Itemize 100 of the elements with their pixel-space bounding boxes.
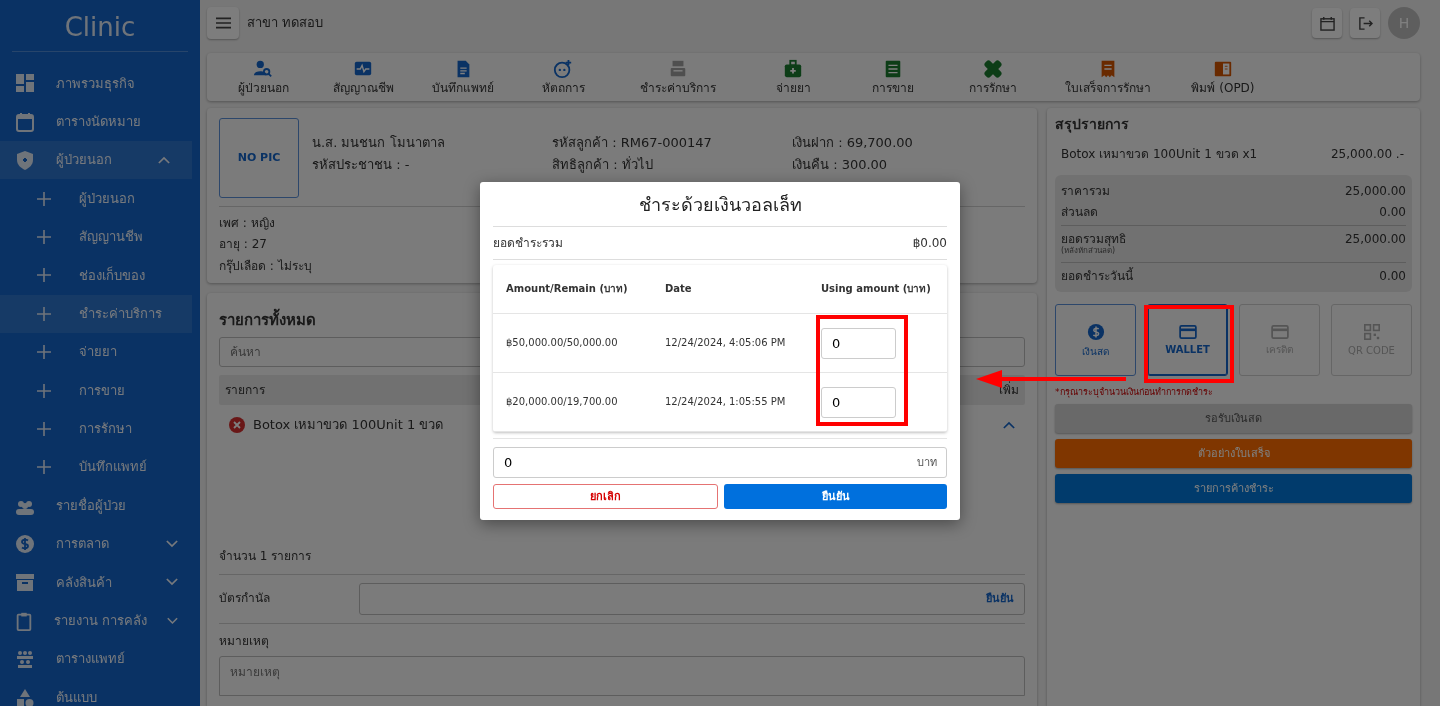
total-label: ยอดรวมสุทธิ (หลังหักส่วนลด): [1061, 231, 1126, 256]
plus-icon: [37, 229, 51, 244]
table-cell: ฿20,000.00/19,700.00: [493, 373, 652, 432]
patient-detail: กรุ๊ปเลือด : ไม่ระบุ: [219, 258, 312, 274]
card-icon: [1270, 324, 1289, 339]
sidebar-item[interactable]: คลังสินค้า: [0, 563, 200, 602]
sidebar-item[interactable]: รายงาน การคลัง: [0, 601, 200, 641]
toolbar-button[interactable]: การรักษา: [943, 53, 1043, 101]
section-title: สรุปรายการ: [1055, 116, 1130, 133]
sidebar-subitem[interactable]: การรักษา: [0, 409, 200, 449]
sidebar-item[interactable]: ตารางแพทย์: [0, 640, 200, 679]
amount-field[interactable]: 0: [821, 386, 896, 418]
menu-icon: [215, 17, 231, 29]
plus-icon: [37, 345, 51, 360]
payment-method-button[interactable]: เงินสด: [1055, 304, 1136, 377]
sidebar-item[interactable]: การตลาด: [0, 524, 200, 564]
plus-icon: [37, 421, 51, 436]
table-cell: ฿50,000.00/50,000.00: [493, 314, 652, 373]
action-button[interactable]: ตัวอย่างใบเสร็จ: [1055, 439, 1412, 469]
dashboard-icon: [14, 72, 36, 95]
patient-detail: อายุ : 27: [219, 237, 267, 252]
sidebar-subitem[interactable]: สัญญานชีพ: [0, 217, 200, 257]
remove-icon[interactable]: [229, 417, 245, 434]
calendar-icon: [1319, 15, 1335, 31]
person-search-icon: [253, 58, 273, 79]
total-value: ฿0.00: [912, 235, 947, 251]
sidebar-subitem[interactable]: บันทึกแพทย์: [0, 448, 200, 487]
patient-info: รหัสประชาชน : -: [312, 157, 411, 174]
column-header: เพิ่ม: [999, 382, 1019, 398]
sidebar-item[interactable]: ตารางนัดหมาย: [0, 102, 200, 141]
archive-icon: [14, 571, 36, 594]
qr-code-icon: [1363, 323, 1380, 340]
dollar-icon: [14, 533, 36, 556]
warning-text: *กรุณาระบุจำนวนเงินก่อนทำการกดชำระ: [1055, 387, 1213, 399]
patient-info: น.ส. มนชนก โมนาตาล: [312, 135, 446, 152]
amount-field[interactable]: 0: [821, 327, 896, 359]
plus-icon: [37, 191, 51, 206]
photo-frame[interactable]: NO PIC: [219, 118, 299, 198]
shield-icon: [14, 149, 36, 172]
confirm-link[interactable]: ยืนยัน: [986, 592, 1014, 606]
note-field[interactable]: หมายเหตุ: [219, 656, 1025, 696]
dialog-title: ชำระด้วยเงินวอลเล็ท: [493, 194, 947, 227]
sidebar-subitem[interactable]: จ่ายยา: [0, 332, 200, 372]
action-button[interactable]: รายการค้างชำระ: [1055, 474, 1412, 504]
field-label: บัตรกำนัล: [219, 591, 271, 606]
table-cell: 12/24/2024, 4:05:06 PM: [652, 314, 808, 373]
confirm-button[interactable]: ยืนยัน: [724, 484, 947, 509]
patient-info: เงินฝาก : 69,700.00: [792, 135, 914, 152]
calendar-icon: [14, 110, 36, 133]
chevron-up-icon[interactable]: [1003, 421, 1015, 430]
calendar-button[interactable]: [1312, 8, 1342, 38]
branch-name: สาขา ทดสอบ: [247, 15, 325, 31]
logout-button[interactable]: [1350, 8, 1380, 38]
line-item: Botox เหมาขวด 100Unit 1 ขวด x1: [1061, 146, 1258, 162]
patient-info: รหัสลูกค้า : RM67-000147: [552, 135, 713, 153]
chevron-down-icon[interactable]: [166, 540, 178, 549]
toolbar-button[interactable]: หัตถการ: [513, 53, 613, 101]
unit-label: บาท: [917, 456, 937, 470]
plus-icon: [37, 268, 51, 283]
menu-button[interactable]: [207, 7, 239, 39]
toolbar-button[interactable]: ผู้ป่วยนอก: [213, 53, 313, 101]
payment-method-button[interactable]: WALLET: [1147, 304, 1228, 377]
toolbar-button[interactable]: การขาย: [843, 53, 943, 101]
medkit-icon: [783, 58, 803, 79]
toolbar-button[interactable]: จ่ายยา: [743, 53, 843, 101]
voucher-field[interactable]: ยืนยัน: [359, 582, 1025, 615]
total-label: ยอดชำระรวม: [493, 235, 563, 251]
toolbar-button[interactable]: ชำระค่าบริการ: [613, 53, 743, 101]
face-icon: [553, 58, 573, 79]
no-photo-label: NO PIC: [237, 151, 281, 165]
sidebar-item[interactable]: รายชื่อผู้ป่วย: [0, 486, 200, 525]
patient-info: เงินคืน : 300.00: [792, 157, 889, 174]
column-header: รายการ: [225, 382, 265, 398]
total-label: ส่วนลด: [1061, 204, 1098, 219]
patient-detail: เพศ : หญิง: [219, 216, 275, 231]
patient-info: สิทธิลูกค้า : ทั่วไป: [552, 157, 654, 175]
toolbar-button[interactable]: สัญญาณชีพ: [313, 53, 413, 101]
column-header: Amount/Remain (บาท): [493, 265, 652, 314]
item-count: จำนวน 1 รายการ: [219, 549, 1025, 575]
sidebar-item[interactable]: ภาพรวมธุรกิจ: [0, 64, 200, 103]
total-label: ราคารวม: [1061, 184, 1110, 199]
line-price: 25,000.00 .-: [1330, 146, 1404, 162]
toolbar-button[interactable]: บันทึกแพทย์: [413, 53, 513, 101]
plus-icon: [37, 460, 51, 475]
total-note: (หลังหักส่วนลด): [1061, 246, 1116, 256]
sidebar-subitem[interactable]: ผู้ป่วยนอก: [0, 179, 200, 218]
app-logo: Clinic: [12, 0, 188, 53]
chevron-down-icon[interactable]: [167, 616, 178, 625]
toolbar-button[interactable]: พิมพ์ (OPD): [1173, 53, 1273, 101]
toolbar-button[interactable]: ใบเสร็จการรักษา: [1043, 53, 1173, 101]
register-icon: [668, 58, 688, 79]
chevron-down-icon[interactable]: [166, 578, 178, 587]
sidebar-item[interactable]: ต้นแบบ: [0, 678, 200, 706]
sidebar-subitem[interactable]: ช่องเก็บของ: [0, 256, 200, 295]
dollar-icon: [1086, 322, 1105, 341]
total-value: 0.00: [1379, 268, 1406, 284]
group-icon: [14, 648, 36, 671]
cancel-button[interactable]: ยกเลิก: [493, 484, 718, 509]
field-label: หมายเหตุ: [219, 633, 270, 648]
sidebar-subitem[interactable]: การขาย: [0, 371, 200, 410]
